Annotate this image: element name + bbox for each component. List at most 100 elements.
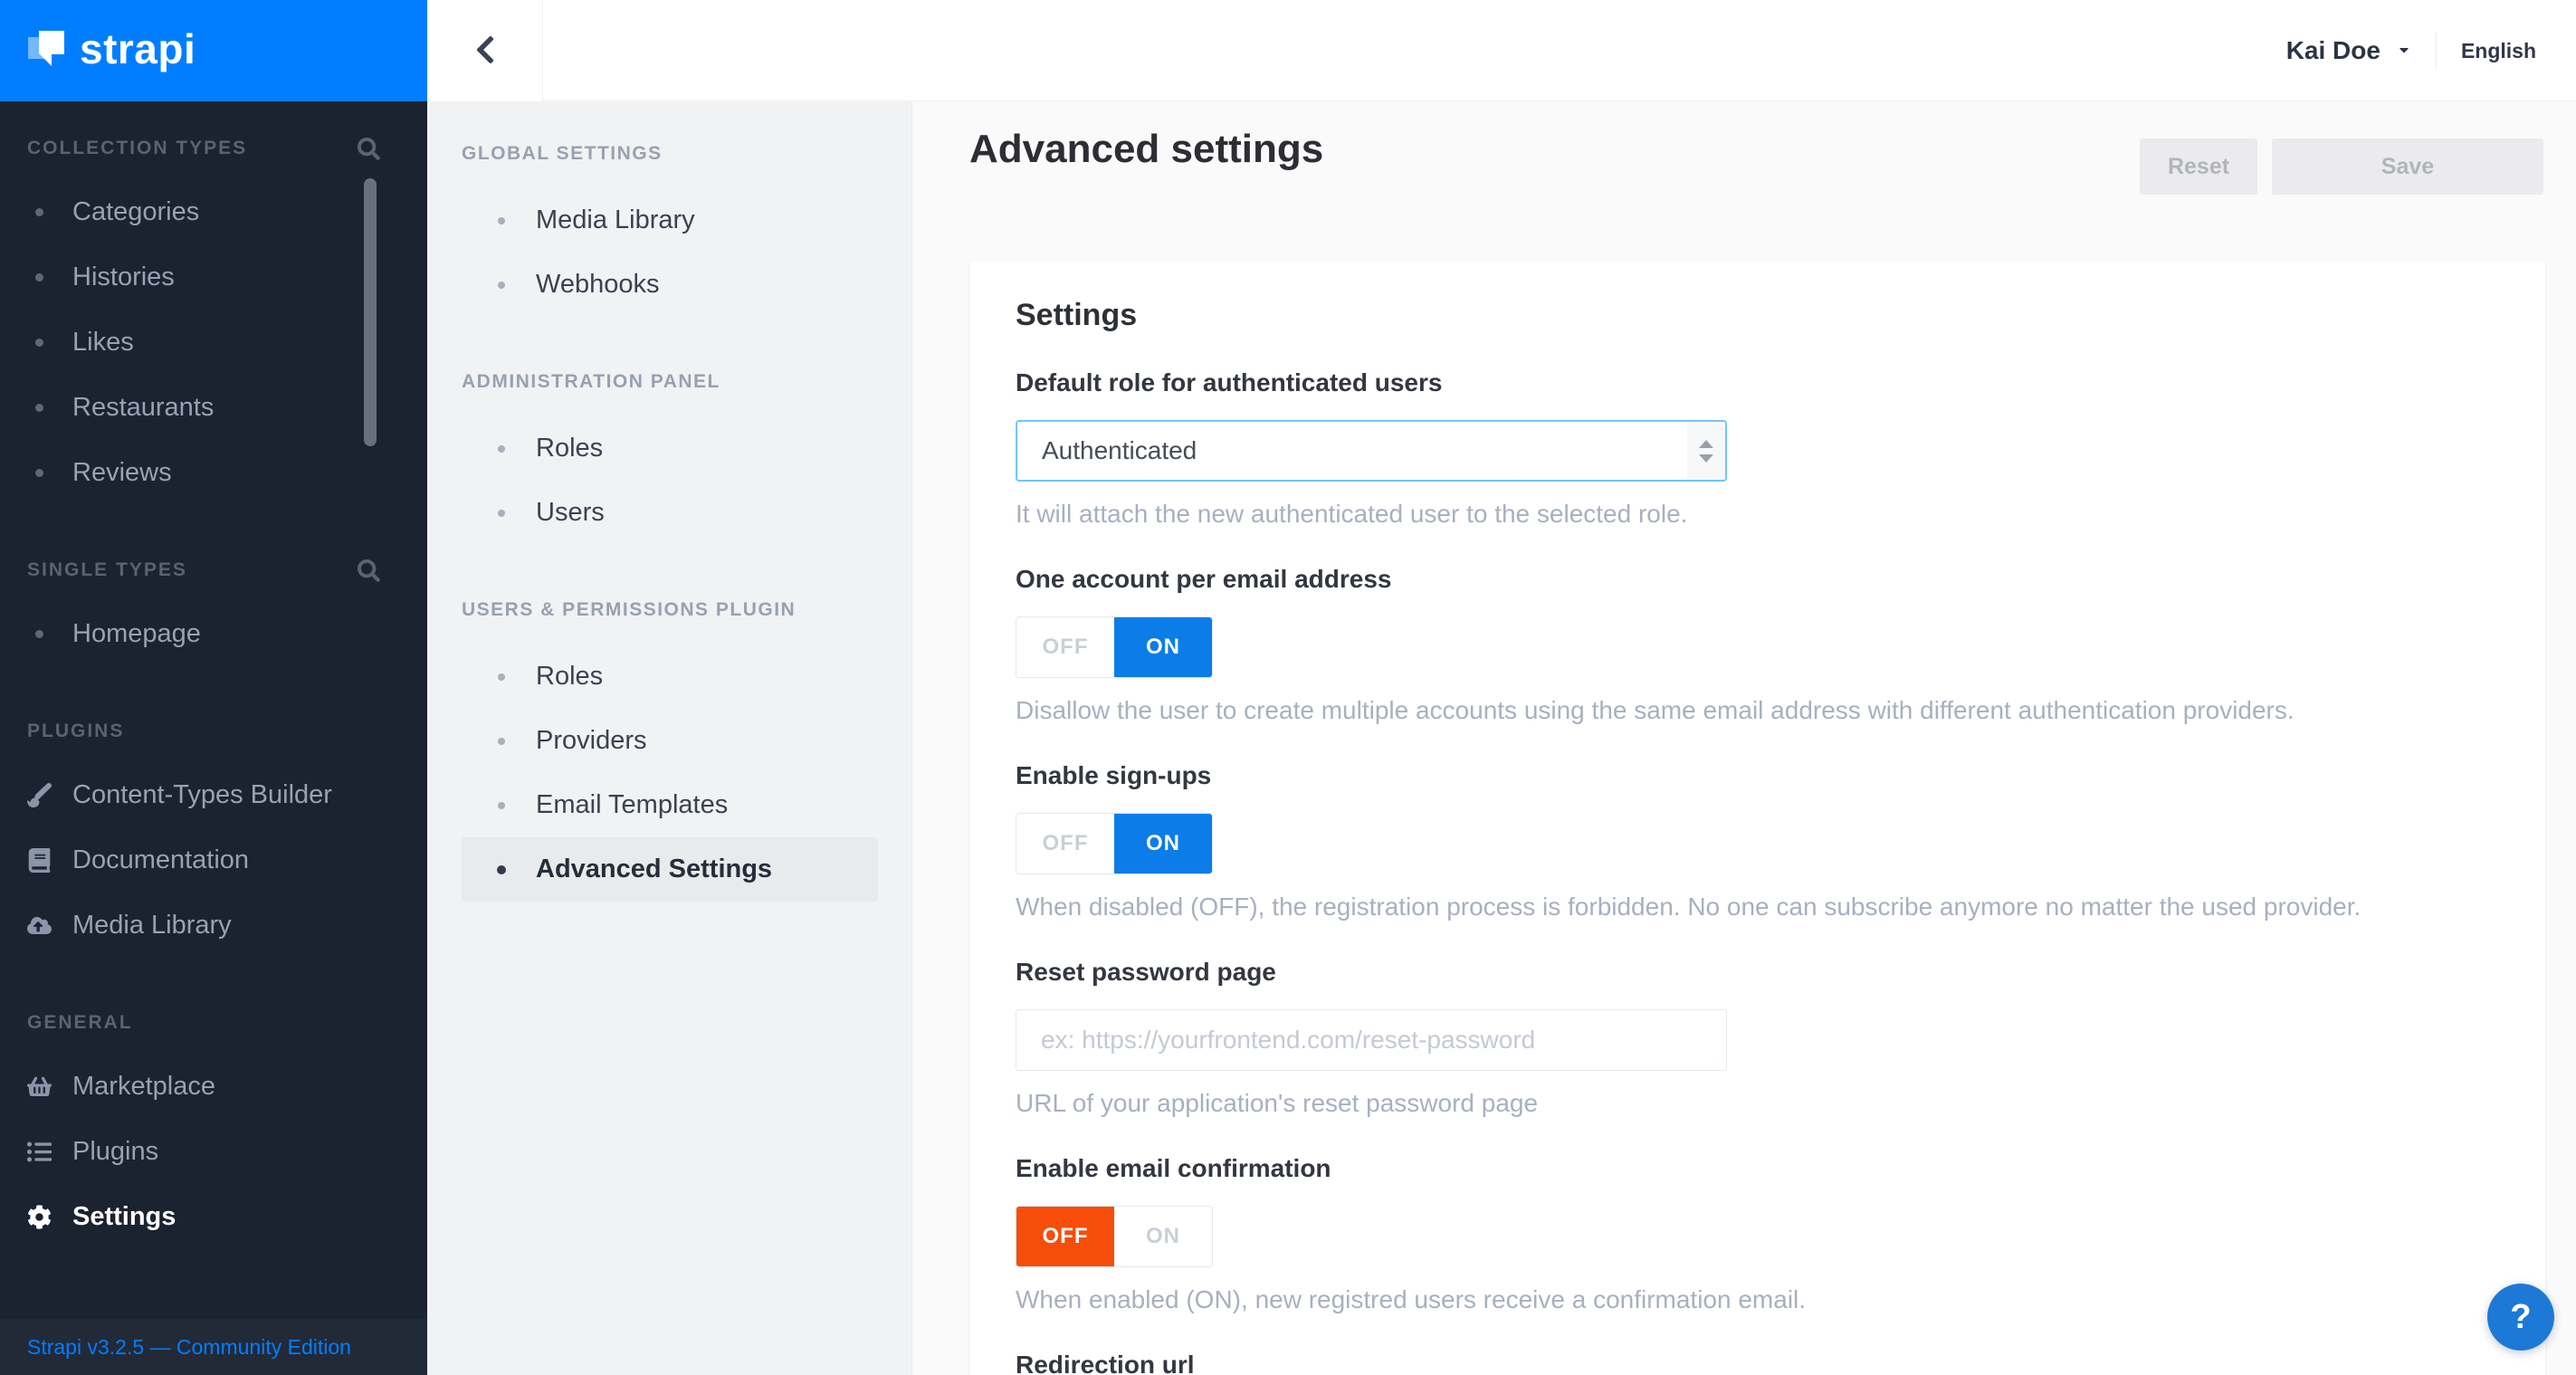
field-help: URL of your application's reset password… [1016,1089,1539,1117]
bullet-icon [489,509,513,517]
toggle-on-button[interactable]: ON [1114,1207,1212,1266]
settings-item-up-roles[interactable]: Roles [462,645,878,709]
settings-item-label: Email Templates [536,790,729,819]
help-button[interactable]: ? [2487,1284,2554,1351]
logo-text: strapi [80,25,196,72]
sidebar-item-label: Histories [72,262,175,291]
section-title: PLUGINS [27,721,125,741]
sidebar-item-content-types-builder[interactable]: Content-Types Builder [0,762,427,827]
sidebar-item-label: Reviews [72,457,172,487]
section-title: ADMINISTRATION PANEL [462,371,720,392]
field-label: Default role for authenticated users [1016,368,1443,396]
bullet-icon [489,673,513,681]
sidebar-item-homepage[interactable]: Homepage [0,601,427,666]
bullet-icon [27,338,52,347]
section-title: USERS & PERMISSIONS PLUGIN [462,599,797,620]
field-label: One account per email address [1016,565,1392,593]
field-enable-signups: Enable sign-ups OFF ON When disabled (OF… [1016,761,2499,921]
section-general: GENERAL Marketplace Plugins Settings [0,1010,427,1249]
settings-item-label: Roles [536,434,604,463]
basket-icon [27,1074,52,1099]
enable-signups-toggle: OFF ON [1016,813,1213,874]
field-label: Reset password page [1016,958,1276,986]
settings-sidebar: GLOBAL SETTINGS Media Library Webhooks A… [427,101,912,1375]
language-selector[interactable]: English [2461,39,2536,63]
bullet-icon [489,444,513,453]
settings-item-label: Users [536,498,605,527]
paintbrush-icon [27,782,52,807]
strapi-logo[interactable]: strapi [0,0,427,101]
back-button[interactable] [427,0,543,101]
sidebar-footer: Strapi v3.2.5 — Community Edition [0,1319,427,1375]
card-title: Settings [1016,298,1138,332]
section-title: GLOBAL SETTINGS [462,143,663,164]
app-window: Kai Doe English strapi COLLECTION TYPES [0,0,2576,1375]
default-role-select[interactable]: Authenticated [1016,420,1727,482]
version-link[interactable]: Strapi v3.2.5 — Community Edition [27,1335,351,1360]
sidebar-item-documentation[interactable]: Documentation [0,827,427,893]
sidebar-item-label: Media Library [72,910,232,940]
reset-button[interactable]: Reset [2140,138,2257,195]
topbar-divider [2435,32,2437,70]
section-title: GENERAL [27,1012,133,1033]
bullet-icon [27,468,52,477]
toggle-off-button[interactable]: OFF [1016,617,1114,677]
topbar: Kai Doe English [427,0,2576,101]
settings-item-advanced-settings[interactable]: Advanced Settings [462,837,878,902]
sidebar-item-settings[interactable]: Settings [0,1184,427,1249]
search-icon[interactable] [358,559,380,582]
field-help: When disabled (OFF), the registration pr… [1016,893,2361,921]
settings-item-media-library[interactable]: Media Library [462,188,878,253]
settings-item-label: Media Library [536,205,695,234]
settings-item-webhooks[interactable]: Webhooks [462,253,878,317]
field-enable-email-confirmation: Enable email confirmation OFF ON When en… [1016,1154,2499,1314]
toggle-off-button[interactable]: OFF [1016,814,1114,874]
settings-item-label: Webhooks [536,270,660,299]
sidebar-scrollbar-thumb[interactable] [364,178,377,446]
bullet-icon [489,864,513,874]
settings-card: Settings Default role for authenticated … [969,262,2545,1375]
chevron-left-icon [475,33,495,69]
search-icon[interactable] [358,137,380,160]
caret-down-icon [2397,43,2411,60]
settings-item-providers[interactable]: Providers [462,709,878,773]
strapi-logo-icon [27,29,67,73]
section-title: SINGLE TYPES [27,559,187,580]
sidebar-item-label: Restaurants [72,392,215,422]
select-value: Authenticated [1042,436,1197,464]
field-default-role: Default role for authenticated users Aut… [1016,368,2499,529]
section-users-permissions-plugin: USERS & PERMISSIONS PLUGIN Roles Provide… [462,599,911,902]
select-spinner-icon [1687,422,1725,480]
sidebar-item-label: Plugins [72,1136,159,1166]
sidebar-item-reviews[interactable]: Reviews [0,440,427,505]
field-help: Disallow the user to create multiple acc… [1016,696,2295,724]
one-account-toggle: OFF ON [1016,616,1213,678]
sidebar-item-marketplace[interactable]: Marketplace [0,1054,427,1119]
user-menu[interactable]: Kai Doe [2286,36,2411,65]
sidebar-item-label: Content-Types Builder [72,779,332,809]
save-button[interactable]: Save [2272,138,2543,195]
settings-item-admin-users[interactable]: Users [462,481,878,545]
bullet-icon [27,207,52,216]
sidebar-item-label: Likes [72,327,134,357]
toggle-off-button[interactable]: OFF [1016,1207,1114,1266]
settings-item-email-templates[interactable]: Email Templates [462,773,878,837]
reset-password-input[interactable] [1016,1009,1727,1071]
section-single-types: SINGLE TYPES Homepage [0,558,427,666]
bullet-icon [27,403,52,412]
sidebar-item-plugins[interactable]: Plugins [0,1119,427,1184]
section-plugins: PLUGINS Content-Types Builder Documentat… [0,719,427,958]
settings-item-label: Providers [536,726,647,755]
field-label: Redirection url [1016,1351,1195,1375]
bullet-icon [489,281,513,289]
toggle-on-button[interactable]: ON [1114,814,1212,874]
email-confirmation-toggle: OFF ON [1016,1206,1213,1267]
main-sidebar: strapi COLLECTION TYPES Categories Histo… [0,0,427,1375]
user-name: Kai Doe [2285,36,2380,64]
settings-item-admin-roles[interactable]: Roles [462,416,878,481]
field-redirection-url: Redirection url [1016,1351,2499,1375]
sidebar-item-media-library[interactable]: Media Library [0,893,427,958]
list-icon [27,1140,52,1164]
toggle-on-button[interactable]: ON [1114,617,1212,677]
book-icon [27,847,52,873]
